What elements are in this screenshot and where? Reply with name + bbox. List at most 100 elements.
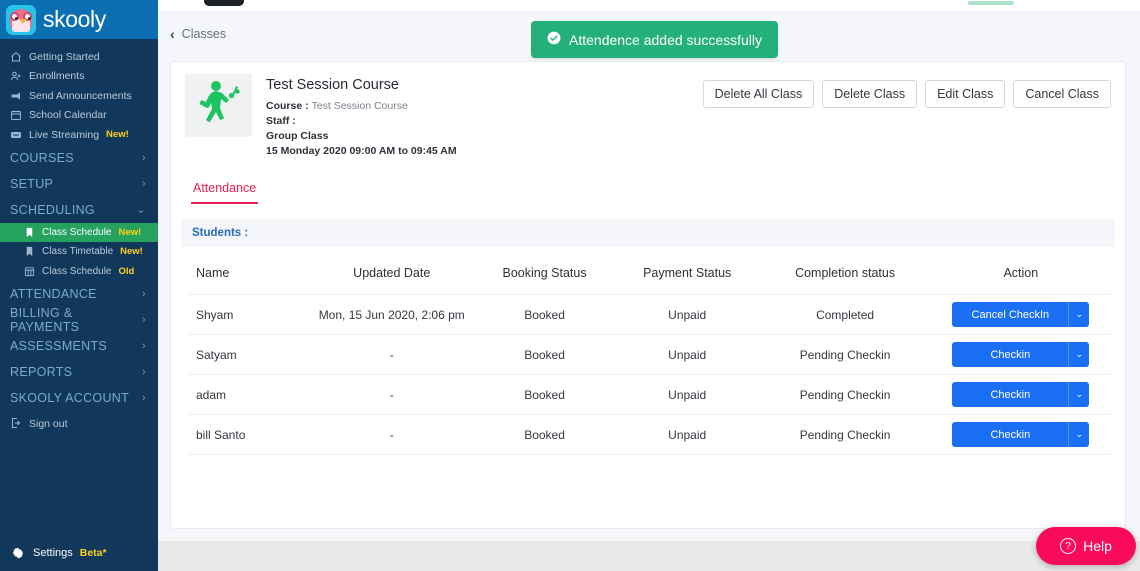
sidebar-item-class-timetable[interactable]: Class Timetable New! <box>0 242 158 262</box>
column-header-name: Name <box>188 266 311 295</box>
sidebar-item-school-calendar[interactable]: School Calendar <box>0 106 158 126</box>
checkin-button[interactable]: Checkin <box>952 342 1070 367</box>
dancing-person-icon <box>197 79 241 132</box>
cell-booking-status: Booked <box>473 374 616 415</box>
sidebar-section-attendance[interactable]: ATTENDANCE › <box>0 281 158 307</box>
new-badge: New! <box>118 226 142 238</box>
new-badge: New! <box>106 129 129 141</box>
edit-class-button[interactable]: Edit Class <box>925 80 1006 108</box>
sidebar-item-getting-started[interactable]: Getting Started <box>0 47 158 67</box>
app-root: skooly Getting Started Enrollments Send … <box>0 0 1140 571</box>
chevron-down-icon[interactable]: ⌄ <box>1069 382 1090 407</box>
sidebar-logo[interactable]: skooly <box>0 0 158 39</box>
question-mark-icon: ? <box>1060 538 1077 554</box>
cell-completion-status: Pending Checkin <box>758 334 932 375</box>
action-split-button: Checkin ⌄ <box>952 422 1090 447</box>
video-icon <box>10 129 27 141</box>
help-button[interactable]: ? Help <box>1036 527 1136 565</box>
cancel-checkin-button[interactable]: Cancel CheckIn <box>952 302 1070 327</box>
column-header-action: Action <box>931 266 1110 295</box>
chevron-down-icon[interactable]: ⌄ <box>1069 302 1090 327</box>
sidebar-item-sign-out[interactable]: Sign out <box>0 411 158 437</box>
course-label: Course : <box>266 100 309 112</box>
chevron-down-icon[interactable]: ⌄ <box>1069 342 1090 367</box>
students-table: Name Updated Date Booking Status Payment… <box>188 266 1110 455</box>
sidebar-section-label: SCHEDULING <box>10 202 95 217</box>
beta-badge: Beta* <box>79 547 107 559</box>
home-icon <box>10 51 27 63</box>
table-row: Satyam - Booked Unpaid Pending Checkin C… <box>188 334 1110 375</box>
cancel-class-button[interactable]: Cancel Class <box>1013 80 1111 108</box>
sidebar-section-billing-payments[interactable]: BILLING & PAYMENTS › <box>0 306 158 334</box>
chevron-left-icon: ‹ <box>170 26 175 42</box>
top-dark-pill[interactable] <box>204 0 244 6</box>
old-badge: Old <box>118 265 135 277</box>
gear-icon <box>11 546 25 560</box>
column-header-updated-date: Updated Date <box>310 266 474 295</box>
cell-completion-status: Completed <box>758 294 932 335</box>
footer-band <box>158 541 1140 571</box>
chevron-down-icon: ⌄ <box>136 204 146 216</box>
sidebar: skooly Getting Started Enrollments Send … <box>0 0 158 571</box>
sidebar-section-label: SETUP <box>10 176 54 191</box>
sidebar-item-class-schedule-old[interactable]: Class Schedule Old <box>0 262 158 282</box>
sidebar-item-enrollments[interactable]: Enrollments <box>0 67 158 87</box>
table-row: bill Santo - Booked Unpaid Pending Check… <box>188 414 1110 455</box>
cell-action: Checkin ⌄ <box>931 334 1110 375</box>
chevron-right-icon: › <box>142 366 146 378</box>
cell-completion-status: Pending Checkin <box>758 374 932 415</box>
cell-name: bill Santo <box>188 414 311 455</box>
chevron-down-icon[interactable]: ⌄ <box>1069 422 1090 447</box>
checkin-button[interactable]: Checkin <box>952 422 1070 447</box>
column-header-completion-status: Completion status <box>758 266 932 295</box>
delete-class-button[interactable]: Delete Class <box>822 80 918 108</box>
sidebar-section-label: COURSES <box>10 150 74 165</box>
cell-name: adam <box>188 374 311 415</box>
sign-out-icon <box>10 417 27 432</box>
settings-label: Settings <box>33 547 73 559</box>
sidebar-section-scheduling[interactable]: SCHEDULING ⌄ <box>0 197 158 223</box>
column-header-payment-status: Payment Status <box>615 266 759 295</box>
course-thumbnail <box>185 74 252 137</box>
sidebar-section-reports[interactable]: REPORTS › <box>0 359 158 385</box>
action-split-button: Checkin ⌄ <box>952 342 1090 367</box>
user-add-icon <box>10 70 27 82</box>
table-header-row: Name Updated Date Booking Status Payment… <box>188 266 1110 295</box>
sidebar-section-setup[interactable]: SETUP › <box>0 171 158 197</box>
sidebar-section-courses[interactable]: COURSES › <box>0 145 158 171</box>
megaphone-icon <box>10 90 27 102</box>
checkin-button[interactable]: Checkin <box>952 382 1070 407</box>
sidebar-section-assessments[interactable]: ASSESSMENTS › <box>0 333 158 359</box>
sidebar-item-label: Send Announcements <box>29 89 132 102</box>
class-type: Group Class <box>266 130 329 142</box>
cell-payment-status: Unpaid <box>615 414 759 455</box>
delete-all-class-button[interactable]: Delete All Class <box>702 80 815 108</box>
sidebar-section-label: SKOOLY ACCOUNT <box>10 391 130 405</box>
chevron-right-icon: › <box>142 340 146 352</box>
cell-action: Cancel CheckIn ⌄ <box>931 294 1110 335</box>
sidebar-item-label: Class Schedule <box>42 265 112 277</box>
breadcrumb[interactable]: ‹ Classes <box>170 26 226 42</box>
bookmark-icon <box>24 246 40 257</box>
sidebar-item-send-announcements[interactable]: Send Announcements <box>0 86 158 106</box>
sidebar-section-skooly-account[interactable]: SKOOLY ACCOUNT › <box>0 385 158 411</box>
sidebar-item-class-schedule-new[interactable]: Class Schedule New! <box>0 222 158 242</box>
tab-attendance[interactable]: Attendance <box>191 181 259 204</box>
table-row: Shyam Mon, 15 Jun 2020, 2:06 pm Booked U… <box>188 294 1110 335</box>
sidebar-item-live-streaming[interactable]: Live Streaming New! <box>0 125 158 145</box>
cell-updated-date: Mon, 15 Jun 2020, 2:06 pm <box>310 294 474 335</box>
help-label: Help <box>1083 538 1112 554</box>
cell-updated-date: - <box>310 414 474 455</box>
course-info: Test Session Course Course : Test Sessio… <box>266 74 457 159</box>
chevron-right-icon: › <box>142 288 146 300</box>
sidebar-settings[interactable]: Settings Beta* <box>0 535 158 571</box>
staff-line: Staff : <box>266 114 457 129</box>
cell-action: Checkin ⌄ <box>931 414 1110 455</box>
success-toast: Attendence added successfully <box>531 21 779 58</box>
toast-message: Attendence added successfully <box>569 31 763 48</box>
course-line: Course : Test Session Course <box>266 99 457 114</box>
cell-name: Satyam <box>188 334 311 375</box>
top-green-bar <box>968 1 1014 5</box>
sidebar-section-label: REPORTS <box>10 365 73 379</box>
action-split-button: Cancel CheckIn ⌄ <box>952 302 1090 327</box>
